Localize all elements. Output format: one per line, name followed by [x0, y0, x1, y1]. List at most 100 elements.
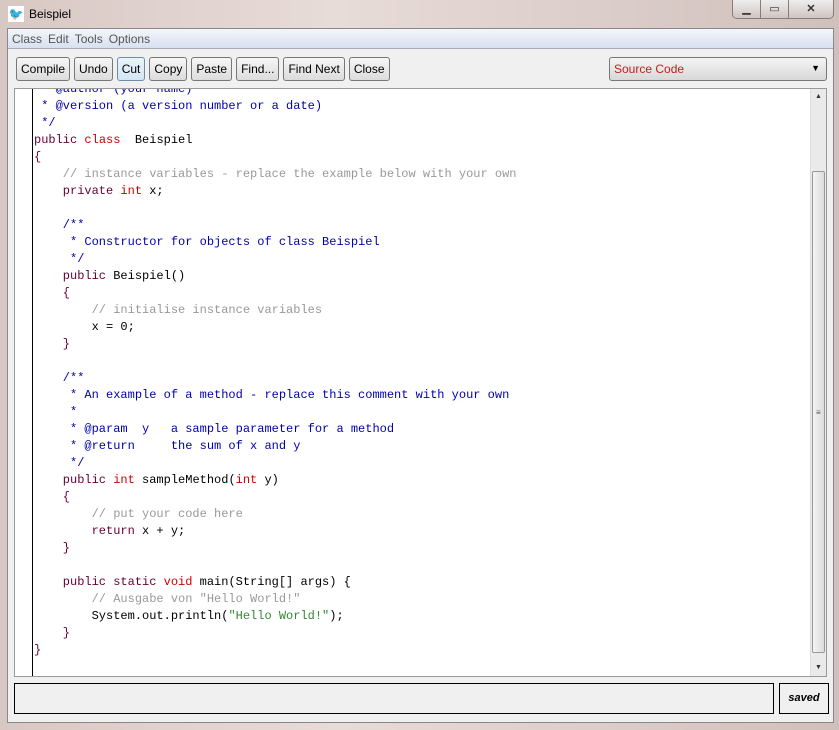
menu-options[interactable]: Options	[105, 29, 152, 46]
editor-window: Class Edit Tools Options Compile Undo Cut C…	[7, 28, 834, 723]
code-line: System.out.println("Hello World!");	[34, 608, 516, 625]
code-token: Beispiel	[120, 133, 193, 147]
code-line: * @version (a version number or a date)	[34, 98, 516, 115]
code-token: Beispiel()	[113, 269, 186, 283]
code-line: }	[34, 336, 516, 353]
code-line: }	[34, 625, 516, 642]
code-line: public Beispiel()	[34, 268, 516, 285]
code-token: x + y;	[134, 524, 186, 538]
code-line: * Constructor for objects of class Beisp…	[34, 234, 516, 251]
compile-button[interactable]: Compile	[16, 57, 71, 81]
code-token: // Ausgabe von "Hello World!"	[34, 592, 301, 606]
code-line: */	[34, 251, 516, 268]
copy-button[interactable]: Copy	[149, 57, 188, 81]
code-token: * @version (a version number or a date)	[34, 99, 323, 113]
close-button[interactable]: Close	[348, 57, 390, 81]
code-line: *	[34, 404, 516, 421]
code-token: int	[235, 473, 258, 487]
menu-tools[interactable]: Tools	[71, 29, 105, 46]
code-token: x;	[142, 184, 164, 198]
code-token: */	[34, 252, 85, 266]
vertical-scrollbar[interactable]: ▲ ≡ ▼	[810, 89, 826, 676]
code-token: "Hello World!"	[228, 609, 330, 623]
code-line: x = 0;	[34, 319, 516, 336]
code-token: x = 0;	[34, 320, 135, 334]
code-line: public class Beispiel	[34, 132, 516, 149]
code-token: int	[120, 184, 143, 198]
code-token: * @param y a sample parameter for a meth…	[34, 422, 395, 436]
scroll-up-arrow-icon[interactable]: ▲	[811, 89, 826, 105]
scrollbar-thumb[interactable]: ≡	[812, 171, 825, 653]
code-line: // Ausgabe von "Hello World!"	[34, 591, 516, 608]
source-code[interactable]: * @author (your name) * @version (a vers…	[34, 89, 517, 659]
code-token: y)	[257, 473, 279, 487]
code-line: /**	[34, 217, 516, 234]
undo-button[interactable]: Undo	[74, 57, 113, 81]
saved-indicator: saved	[779, 683, 829, 714]
title-bar: 🐦 Beispiel ▁ ▭ ✕	[0, 0, 839, 28]
code-line: return x + y;	[34, 523, 516, 540]
code-token: sampleMethod(	[134, 473, 236, 487]
code-token: public	[34, 473, 114, 487]
close-window-button[interactable]: ✕	[789, 0, 833, 18]
view-selector-dropdown[interactable]: Source Code ▼	[609, 57, 827, 81]
code-editor[interactable]: * @author (your name) * @version (a vers…	[14, 88, 827, 677]
code-token: {	[34, 150, 42, 164]
code-token: public	[34, 133, 85, 147]
code-token: );	[329, 609, 344, 623]
code-token: */	[34, 456, 85, 470]
code-token: {	[34, 490, 71, 504]
code-token: /**	[34, 371, 85, 385]
code-token: public	[34, 269, 114, 283]
minimize-button[interactable]: ▁	[733, 0, 761, 18]
window-controls: ▁ ▭ ✕	[732, 0, 834, 19]
code-line: /**	[34, 370, 516, 387]
code-line: */	[34, 115, 516, 132]
find-button[interactable]: Find...	[236, 57, 280, 81]
scroll-down-arrow-icon[interactable]: ▼	[811, 660, 826, 676]
bluej-bird-icon: 🐦	[8, 6, 24, 22]
code-token: main(String[] args) {	[192, 575, 351, 589]
maximize-button[interactable]: ▭	[761, 0, 789, 18]
cut-button[interactable]: Cut	[116, 57, 146, 81]
code-line: public int sampleMethod(int y)	[34, 472, 516, 489]
view-selector-value: Source Code	[614, 62, 685, 76]
menu-class[interactable]: Class	[8, 29, 44, 46]
chevron-down-icon: ▼	[811, 63, 820, 73]
window-title: Beispiel	[29, 7, 72, 21]
gutter-divider	[32, 89, 33, 676]
code-line: * An example of a method - replace this …	[34, 387, 516, 404]
code-token: // put your code here	[34, 507, 243, 521]
code-token: */	[34, 116, 56, 130]
grip-icon: ≡	[816, 408, 821, 417]
code-line: }	[34, 540, 516, 557]
toolbar: Compile Undo Cut Copy Paste Find... Find…	[16, 57, 390, 81]
code-token: }	[34, 337, 71, 351]
menu-bar: Class Edit Tools Options	[8, 29, 833, 49]
paste-button[interactable]: Paste	[191, 57, 233, 81]
code-token: class	[84, 133, 121, 147]
code-token: void	[163, 575, 193, 589]
code-token: }	[34, 541, 71, 555]
code-token: }	[34, 626, 71, 640]
code-line: // put your code here	[34, 506, 516, 523]
status-message	[14, 683, 774, 714]
code-token: }	[34, 643, 42, 657]
code-line: {	[34, 489, 516, 506]
find-next-button[interactable]: Find Next	[283, 57, 345, 81]
code-token: * @return the sum of x and y	[34, 439, 301, 453]
code-token: // instance variables - replace the exam…	[34, 167, 517, 181]
code-line: public static void main(String[] args) {	[34, 574, 516, 591]
menu-edit[interactable]: Edit	[44, 29, 71, 46]
code-token: *	[34, 405, 78, 419]
code-token: private	[34, 184, 121, 198]
code-line: // initialise instance variables	[34, 302, 516, 319]
code-line: // instance variables - replace the exam…	[34, 166, 517, 183]
code-line: */	[34, 455, 516, 472]
code-token: * An example of a method - replace this …	[34, 388, 510, 402]
code-line: private int x;	[34, 183, 516, 200]
code-token: // initialise instance variables	[34, 303, 323, 317]
